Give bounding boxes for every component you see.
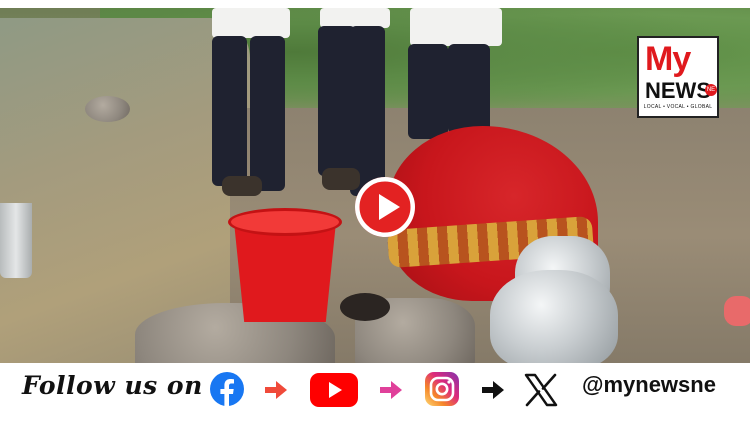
- red-cloth: [724, 296, 750, 326]
- logo-news-text: NEWS: [645, 78, 711, 103]
- play-icon: [356, 178, 414, 236]
- metal-pot: [490, 270, 618, 363]
- social-handle[interactable]: @mynewsne: [582, 372, 716, 398]
- logo-tagline: LOCAL • VOCAL • GLOBAL: [643, 104, 713, 110]
- red-bucket: [228, 208, 342, 323]
- video-thumbnail[interactable]: My NEWS NE LOCAL • VOCAL • GLOBAL: [0, 8, 750, 363]
- person-shirt: [320, 8, 390, 28]
- play-button[interactable]: [355, 177, 415, 237]
- arrow-right-icon: [265, 381, 287, 399]
- water-hole: [340, 293, 390, 321]
- person-shirt: [410, 8, 502, 46]
- logo-ne-badge: NE: [705, 84, 717, 96]
- video-thumbnail-frame: My NEWS NE LOCAL • VOCAL • GLOBAL Follow…: [0, 0, 750, 430]
- metal-pail: [0, 203, 32, 278]
- logo-my-text: My: [645, 40, 691, 78]
- follow-us-text: Follow us on: [22, 371, 203, 400]
- person-shirt: [212, 8, 290, 38]
- instagram-icon[interactable]: [424, 371, 460, 407]
- youtube-icon[interactable]: [310, 373, 358, 407]
- person-leg: [212, 36, 247, 186]
- person-leg: [448, 44, 490, 134]
- rock: [85, 96, 130, 122]
- facebook-icon[interactable]: [209, 371, 245, 407]
- mynews-logo: My NEWS NE LOCAL • VOCAL • GLOBAL: [637, 36, 719, 118]
- social-footer-banner: Follow us on @mynewsne: [0, 363, 750, 423]
- arrow-right-icon: [380, 381, 402, 399]
- arrow-right-icon: [482, 381, 504, 399]
- person-shoe: [222, 176, 262, 196]
- person-leg: [408, 44, 448, 139]
- x-icon[interactable]: [524, 373, 558, 407]
- person-leg: [250, 36, 285, 191]
